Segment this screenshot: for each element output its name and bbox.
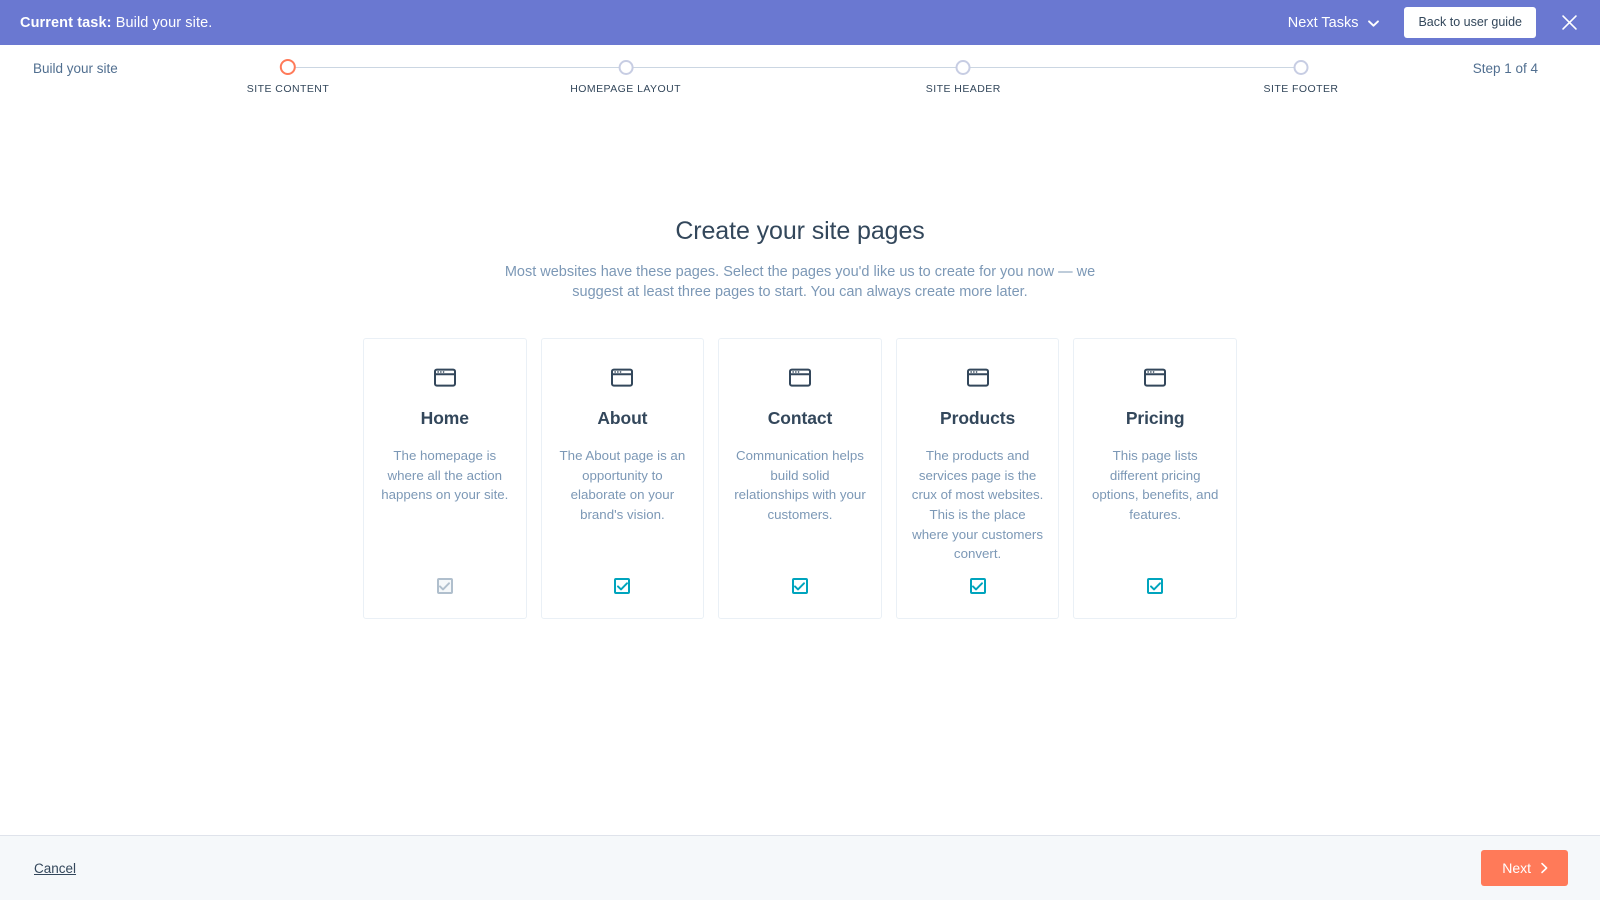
- stepper-step-site-content[interactable]: SITE CONTENT: [247, 45, 329, 95]
- cancel-link[interactable]: Cancel: [34, 861, 76, 876]
- page-card-contact[interactable]: Contact Communication helps build solid r…: [718, 338, 882, 620]
- stepper-step-site-footer[interactable]: SITE FOOTER: [1264, 45, 1339, 95]
- next-button-label: Next: [1502, 860, 1531, 876]
- hero-section: Create your site pages Most websites hav…: [0, 107, 1600, 302]
- close-icon[interactable]: [1552, 6, 1586, 40]
- stepper-label-2: SITE HEADER: [925, 83, 1001, 95]
- page-subtitle: Most websites have these pages. Select t…: [504, 264, 1096, 300]
- stepper-step-site-header[interactable]: SITE HEADER: [926, 45, 1001, 95]
- browser-window-icon: [433, 368, 456, 387]
- page-card-checkbox[interactable]: [1147, 578, 1164, 595]
- stepper-dot: [955, 60, 971, 75]
- build-your-site-wizard: Current task: Build your site. Next Task…: [0, 0, 1600, 900]
- current-task-value: Build your site.: [115, 14, 213, 31]
- page-card-title: Pricing: [1125, 408, 1185, 428]
- step-counter: Step 1 of 4: [1472, 61, 1538, 76]
- page-card-checkbox[interactable]: [614, 578, 631, 595]
- wizard-content: Create your site pages Most websites hav…: [0, 107, 1600, 835]
- wizard-footer: Cancel Next: [0, 835, 1600, 900]
- browser-window-icon: [611, 368, 634, 387]
- browser-window-icon: [966, 368, 989, 387]
- browser-window-icon: [788, 368, 811, 387]
- wizard-stepper-bar: Build your site SITE CONTENT HOMEPAGE LA…: [0, 45, 1600, 107]
- stepper-dot: [618, 60, 634, 75]
- page-card-title: Products: [940, 408, 1016, 428]
- stepper-label-0: SITE CONTENT: [246, 83, 330, 95]
- page-card-description: The About page is an opportunity to elab…: [559, 448, 686, 523]
- stepper-step-homepage-layout[interactable]: HOMEPAGE LAYOUT: [570, 45, 681, 95]
- stepper-dot: [1293, 60, 1309, 75]
- stepper-label-3: SITE FOOTER: [1263, 83, 1339, 95]
- stepper-dot-active: [280, 59, 296, 75]
- page-card-title: Contact: [767, 408, 833, 428]
- page-card-description: Communication helps build solid relation…: [734, 448, 866, 523]
- page-title: Create your site pages: [675, 217, 925, 245]
- page-card-checkbox[interactable]: [969, 578, 986, 595]
- chevron-down-icon: [1367, 17, 1380, 30]
- page-card-description: The homepage is where all the action hap…: [381, 448, 509, 503]
- page-cards-list: Home The homepage is where all the action…: [363, 338, 1237, 620]
- stepper-label-1: HOMEPAGE LAYOUT: [570, 83, 682, 95]
- page-card-about[interactable]: About The About page is an opportunity to…: [540, 338, 705, 620]
- page-card-pricing[interactable]: Pricing This page lists different pricing…: [1073, 338, 1237, 620]
- current-task-banner: Current task: Build your site. Next Task…: [0, 0, 1600, 45]
- current-task-text: Current task: Build your site.: [20, 15, 212, 31]
- next-tasks-label: Next Tasks: [1287, 14, 1359, 31]
- page-card-home[interactable]: Home The homepage is where all the action…: [363, 338, 527, 620]
- page-card-title: Home: [420, 408, 469, 428]
- page-card-description: This page lists different pricing option…: [1091, 448, 1219, 523]
- page-card-checkbox[interactable]: [791, 578, 808, 595]
- page-card-checkbox: [436, 578, 453, 595]
- chevron-right-icon: [1540, 862, 1549, 874]
- page-card-products[interactable]: Products The products and services page i…: [895, 338, 1060, 620]
- next-tasks-dropdown[interactable]: Next Tasks: [1282, 11, 1387, 35]
- page-card-description: The products and services page is the cr…: [911, 448, 1044, 562]
- current-task-label: Current task:: [20, 14, 112, 31]
- next-button[interactable]: Next: [1481, 850, 1568, 886]
- stepper-track-container: SITE CONTENT HOMEPAGE LAYOUT SITE HEADER…: [247, 45, 1338, 107]
- browser-window-icon: [1144, 368, 1167, 387]
- page-card-title: About: [597, 408, 648, 428]
- stepper-track-line: [288, 67, 1301, 68]
- stepper-title: Build your site: [33, 61, 118, 76]
- back-to-user-guide-button[interactable]: Back to user guide: [1404, 7, 1536, 38]
